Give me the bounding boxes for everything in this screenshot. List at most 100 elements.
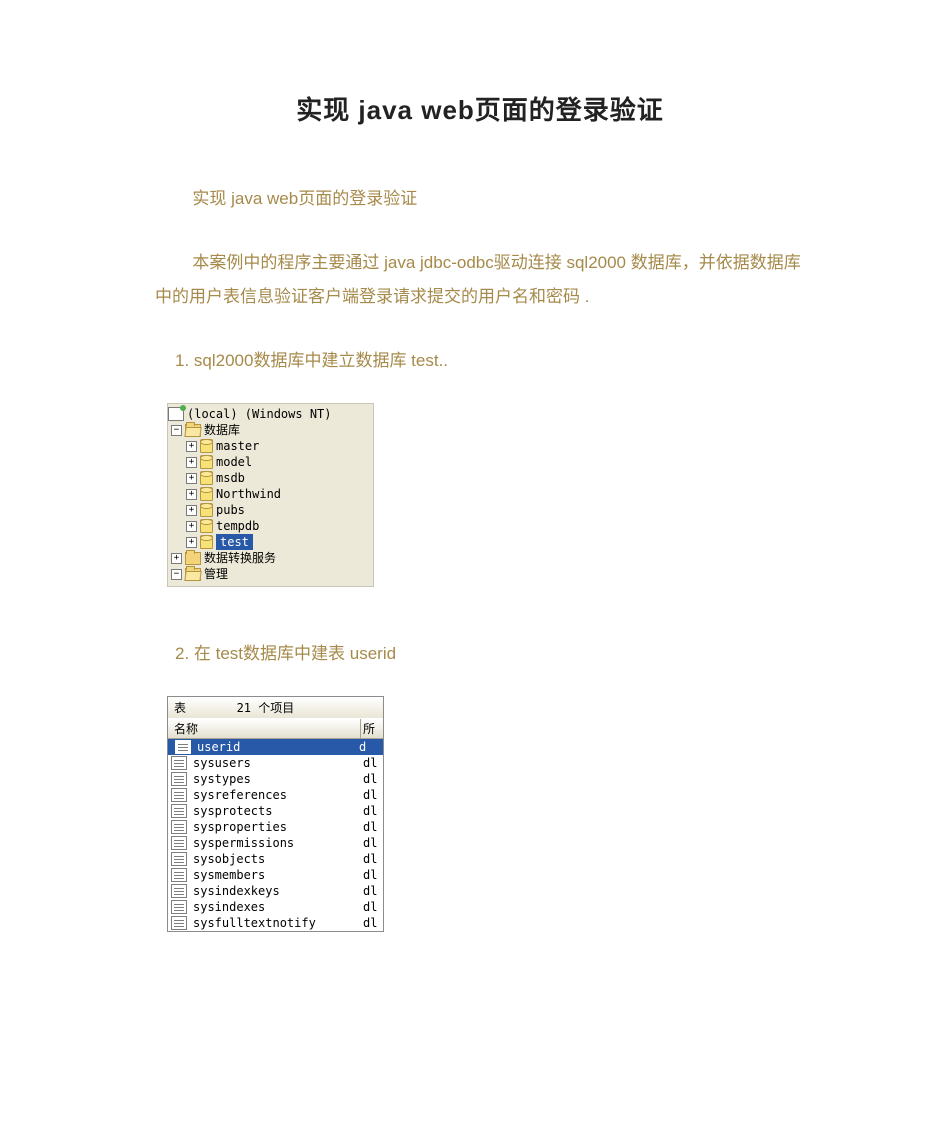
- tree-db-label: pubs: [216, 502, 245, 518]
- tree-server-label: (local) (Windows NT): [187, 406, 332, 422]
- table-row[interactable]: sysprotectsdl: [168, 803, 383, 819]
- table-row[interactable]: sysindexesdl: [168, 899, 383, 915]
- tree-db-item[interactable]: test: [168, 534, 373, 550]
- folder-icon: [185, 424, 201, 437]
- database-icon: [200, 471, 213, 485]
- table-name: sysprotects: [190, 804, 361, 818]
- col-name[interactable]: 名称: [168, 719, 361, 738]
- database-icon: [200, 455, 213, 469]
- server-icon: [168, 407, 184, 421]
- table-rows: useriddsysusersdlsystypesdlsysreferences…: [168, 739, 383, 931]
- table-row[interactable]: useridd: [168, 739, 383, 755]
- tree-db-item[interactable]: tempdb: [168, 518, 373, 534]
- table-owner: dl: [361, 852, 383, 866]
- tree-db-label: model: [216, 454, 252, 470]
- folder-icon: [185, 568, 201, 581]
- table-row[interactable]: sysindexkeysdl: [168, 883, 383, 899]
- table-row[interactable]: sysmembersdl: [168, 867, 383, 883]
- table-name: syspermissions: [190, 836, 361, 850]
- table-icon: [171, 852, 187, 866]
- table-row[interactable]: sysusersdl: [168, 755, 383, 771]
- expand-icon[interactable]: [171, 553, 182, 564]
- table-name: userid: [194, 740, 357, 754]
- table-owner: dl: [361, 804, 383, 818]
- expand-icon[interactable]: [186, 441, 197, 452]
- table-icon: [171, 900, 187, 914]
- tree-node-label: 数据转换服务: [204, 550, 276, 566]
- page-title: 实现 java web页面的登录验证: [155, 90, 805, 127]
- tree-db-label: msdb: [216, 470, 245, 486]
- table-row[interactable]: syspropertiesdl: [168, 819, 383, 835]
- expand-icon[interactable]: [186, 505, 197, 516]
- table-owner: dl: [361, 836, 383, 850]
- expand-icon[interactable]: [186, 457, 197, 468]
- table-row[interactable]: systypesdl: [168, 771, 383, 787]
- table-owner: dl: [361, 788, 383, 802]
- tree-db-label: Northwind: [216, 486, 281, 502]
- tree-server[interactable]: (local) (Windows NT): [168, 406, 373, 422]
- tree-db-label: master: [216, 438, 259, 454]
- table-owner: dl: [361, 756, 383, 770]
- tree-db-label: test: [216, 534, 253, 550]
- db-tree-screenshot: (local) (Windows NT) 数据库 mastermodelmsdb…: [167, 403, 374, 587]
- tree-databases-folder[interactable]: 数据库: [168, 422, 373, 438]
- table-icon: [175, 740, 191, 754]
- tree-db-item[interactable]: Northwind: [168, 486, 373, 502]
- tree-db-item[interactable]: msdb: [168, 470, 373, 486]
- table-name: sysindexes: [190, 900, 361, 914]
- table-list-column-header[interactable]: 名称 所: [168, 718, 383, 739]
- table-name: sysusers: [190, 756, 361, 770]
- database-icon: [200, 535, 213, 549]
- subtitle-para: 实现 java web页面的登录验证: [155, 182, 805, 216]
- table-name: sysobjects: [190, 852, 361, 866]
- table-owner: dl: [361, 820, 383, 834]
- tree-db-item[interactable]: model: [168, 454, 373, 470]
- table-name: sysreferences: [190, 788, 361, 802]
- table-row[interactable]: sysobjectsdl: [168, 851, 383, 867]
- table-row[interactable]: sysreferencesdl: [168, 787, 383, 803]
- table-owner: dl: [361, 900, 383, 914]
- table-name: sysproperties: [190, 820, 361, 834]
- database-icon: [200, 487, 213, 501]
- table-owner: dl: [361, 884, 383, 898]
- step-1: 1. sql2000数据库中建立数据库 test..: [175, 344, 805, 378]
- table-icon: [171, 836, 187, 850]
- table-icon: [171, 916, 187, 930]
- table-icon: [171, 756, 187, 770]
- table-name: sysindexkeys: [190, 884, 361, 898]
- expand-icon[interactable]: [186, 473, 197, 484]
- col-owner[interactable]: 所: [361, 719, 383, 738]
- database-icon: [200, 503, 213, 517]
- folder-icon: [185, 552, 201, 565]
- collapse-icon[interactable]: [171, 425, 182, 436]
- table-owner: dl: [361, 868, 383, 882]
- tree-dts-folder[interactable]: 数据转换服务: [168, 550, 373, 566]
- table-row[interactable]: sysfulltextnotifydl: [168, 915, 383, 931]
- tree-manage-folder[interactable]: 管理: [168, 566, 373, 582]
- table-list-header: 表 21 个项目: [168, 697, 383, 718]
- intro-para: 本案例中的程序主要通过 java jdbc-odbc驱动连接 sql2000 数…: [155, 246, 805, 314]
- table-owner: dl: [361, 772, 383, 786]
- tree-node-label: 管理: [204, 566, 228, 582]
- table-list-screenshot: 表 21 个项目 名称 所 useriddsysusersdlsystypesd…: [167, 696, 384, 932]
- collapse-icon[interactable]: [171, 569, 182, 580]
- table-icon: [171, 820, 187, 834]
- table-name: sysfulltextnotify: [190, 916, 361, 930]
- table-owner: dl: [361, 916, 383, 930]
- expand-icon[interactable]: [186, 537, 197, 548]
- table-name: sysmembers: [190, 868, 361, 882]
- table-name: systypes: [190, 772, 361, 786]
- table-icon: [171, 884, 187, 898]
- table-row[interactable]: syspermissionsdl: [168, 835, 383, 851]
- expand-icon[interactable]: [186, 521, 197, 532]
- database-icon: [200, 439, 213, 453]
- table-icon: [171, 788, 187, 802]
- table-icon: [171, 868, 187, 882]
- tree-db-label: tempdb: [216, 518, 259, 534]
- tree-databases-label: 数据库: [204, 422, 240, 438]
- table-owner: d: [357, 740, 379, 754]
- tree-db-item[interactable]: pubs: [168, 502, 373, 518]
- expand-icon[interactable]: [186, 489, 197, 500]
- tree-db-item[interactable]: master: [168, 438, 373, 454]
- step-2: 2. 在 test数据库中建表 userid: [175, 637, 805, 671]
